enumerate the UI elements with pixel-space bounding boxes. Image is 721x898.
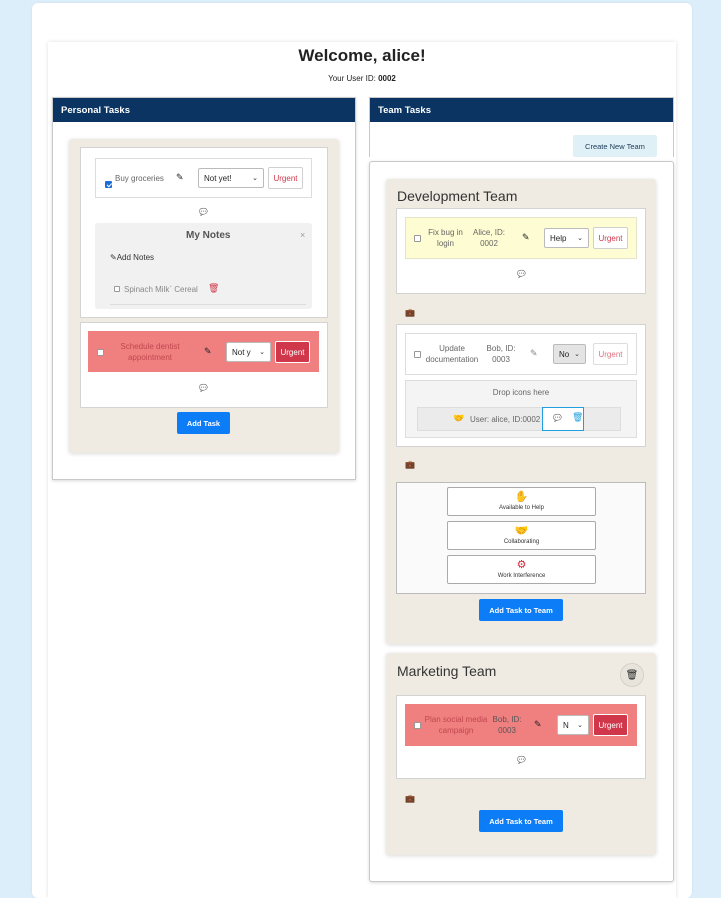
- legend-label: Available to Help: [499, 505, 544, 511]
- legend-label: Work Interference: [497, 573, 546, 579]
- comment-icon[interactable]: 💬: [553, 414, 562, 422]
- urgent-button[interactable]: Urgent: [268, 167, 303, 189]
- team-name: Development Team: [397, 188, 518, 204]
- handshake-icon: 🤝: [514, 525, 529, 537]
- hand-icon: ✋: [514, 491, 529, 503]
- status-select[interactable]: N ⌄: [557, 715, 589, 735]
- user-id-line: Your User ID: 0002: [48, 74, 676, 83]
- task-assignee: Bob, ID: 0003: [486, 344, 516, 364]
- user-id-label: Your User ID:: [328, 74, 379, 83]
- task-checkbox[interactable]: [414, 722, 421, 729]
- status-select[interactable]: Not y ⌄: [226, 342, 271, 362]
- task-checkbox[interactable]: [414, 235, 421, 242]
- edit-pencil-icon[interactable]: ✎: [176, 172, 184, 183]
- add-task-button[interactable]: Add Task: [177, 412, 230, 434]
- note-text: Spinach Milk` Cereal: [124, 285, 198, 294]
- note-checkbox[interactable]: [114, 286, 120, 292]
- urgent-button[interactable]: Urgent: [593, 714, 628, 736]
- task-assignee: Alice, ID: 0002: [472, 228, 505, 248]
- legend-label: Collaborating: [503, 539, 540, 545]
- status-select-value: No: [559, 349, 570, 359]
- notes-title: My Notes: [186, 230, 231, 241]
- chevron-down-icon: ⌄: [259, 349, 265, 356]
- briefcase-icon[interactable]: 💼: [405, 460, 415, 469]
- comment-icon[interactable]: 💬: [199, 208, 208, 216]
- task-assignee: Bob, ID: 0003: [492, 715, 522, 735]
- briefcase-icon[interactable]: 💼: [405, 794, 415, 803]
- drop-zone-user: User: alice, ID:0002: [470, 415, 541, 424]
- chevron-down-icon: ⌄: [574, 351, 580, 358]
- team-name: Marketing Team: [397, 663, 497, 679]
- work-interference-button[interactable]: ⚙ Work Interference: [447, 555, 596, 584]
- comment-icon[interactable]: 💬: [517, 756, 526, 764]
- urgent-button[interactable]: Urgent: [593, 343, 628, 365]
- task-label: Plan social media campaign: [424, 715, 488, 735]
- add-task-to-team-button[interactable]: Add Task to Team: [479, 599, 563, 621]
- close-icon[interactable]: ×: [300, 230, 305, 240]
- urgent-button[interactable]: Urgent: [593, 227, 628, 249]
- edit-pencil-icon[interactable]: ✎: [522, 232, 530, 243]
- trash-icon[interactable]: 🗑: [208, 283, 219, 294]
- task-label: Buy groceries: [115, 174, 164, 183]
- personal-tasks-header: Personal Tasks: [53, 98, 355, 122]
- comment-icon[interactable]: 💬: [517, 270, 526, 278]
- edit-pencil-icon[interactable]: ✎: [534, 719, 542, 730]
- drop-zone-label: Drop icons here: [492, 388, 550, 397]
- task-label: Schedule dentist appointment: [120, 342, 180, 362]
- add-notes-button[interactable]: ✎Add Notes: [110, 253, 154, 262]
- status-select[interactable]: Help ⌄: [544, 228, 589, 248]
- add-notes-label: Add Notes: [116, 253, 155, 262]
- delete-team-button[interactable]: 🗑: [620, 663, 644, 687]
- create-new-team-button[interactable]: Create New Team: [573, 135, 657, 157]
- notes-divider: [110, 304, 306, 305]
- chevron-down-icon: ⌄: [577, 235, 583, 242]
- user-id-value: 0002: [378, 74, 396, 83]
- chevron-down-icon: ⌄: [252, 175, 258, 182]
- edit-note-icon: ✎: [110, 253, 117, 262]
- handshake-icon: 🤝: [453, 413, 465, 423]
- task-checkbox[interactable]: [105, 181, 112, 188]
- urgent-button[interactable]: Urgent: [275, 341, 310, 363]
- task-checkbox[interactable]: [414, 351, 421, 358]
- status-select[interactable]: No ⌄: [553, 344, 586, 364]
- gear-icon: ⚙: [516, 559, 527, 571]
- edit-pencil-icon[interactable]: ✎: [530, 348, 538, 359]
- team-tasks-header: Team Tasks: [370, 98, 673, 122]
- edit-pencil-icon[interactable]: ✎: [204, 346, 212, 357]
- available-to-help-button[interactable]: ✋ Available to Help: [447, 487, 596, 516]
- welcome-heading: Welcome, alice!: [298, 46, 426, 65]
- status-select-value: Help: [550, 233, 567, 243]
- trash-icon[interactable]: 🗑: [572, 412, 583, 423]
- status-select-value: Not yet!: [204, 173, 232, 183]
- task-label: Fix bug in login: [428, 228, 463, 248]
- add-task-to-team-button[interactable]: Add Task to Team: [479, 810, 563, 832]
- status-select-value: N: [563, 720, 569, 730]
- task-checkbox[interactable]: [97, 349, 104, 356]
- briefcase-icon[interactable]: 💼: [405, 308, 415, 317]
- status-select-value: Not y: [232, 347, 251, 357]
- trash-icon: 🗑: [625, 669, 639, 681]
- collaborating-button[interactable]: 🤝 Collaborating: [447, 521, 596, 550]
- chevron-down-icon: ⌄: [577, 722, 583, 729]
- comment-icon[interactable]: 💬: [199, 384, 208, 392]
- status-select[interactable]: Not yet! ⌄: [198, 168, 264, 188]
- task-label: Update documentation: [425, 344, 479, 364]
